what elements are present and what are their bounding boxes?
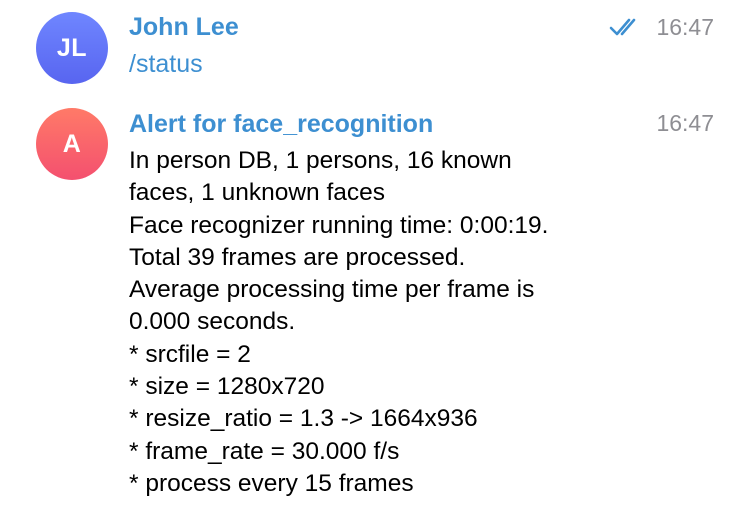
avatar-john-lee[interactable]: JL: [36, 12, 108, 84]
avatar-initials: A: [62, 129, 82, 158]
message-line: * frame_rate = 30.000 f/s: [129, 437, 400, 465]
message-body: In person DB, 1 persons, 16 known faces,…: [129, 145, 729, 500]
message-line: In person DB, 1 persons, 16 known: [129, 147, 512, 174]
message-line: Face recognizer running time: 0:00:19.: [129, 211, 549, 239]
avatar-initials: JL: [56, 33, 88, 62]
message-line: 0.000 seconds.: [129, 308, 296, 336]
message-line: * resize_ratio = 1.3 -> 1664x936: [129, 405, 478, 433]
message-line: Average processing time per frame is: [129, 276, 535, 304]
message-time: 16:47: [656, 14, 714, 40]
message-time: 16:47: [656, 110, 714, 136]
message-line: * size = 1280x720: [129, 373, 325, 401]
message-line: faces, 1 unknown faces: [129, 179, 386, 207]
message-line: Total 39 frames are processed.: [129, 243, 466, 271]
sender-name[interactable]: John Lee: [129, 13, 239, 42]
sender-name[interactable]: Alert for face_recognition: [129, 110, 433, 139]
avatar-alert[interactable]: A: [36, 108, 108, 180]
message-line: * srcfile = 2: [129, 340, 251, 368]
double-check-icon: [609, 18, 636, 36]
message-line: * process every 15 frames: [129, 469, 414, 497]
command-link-status[interactable]: /status: [129, 50, 203, 79]
